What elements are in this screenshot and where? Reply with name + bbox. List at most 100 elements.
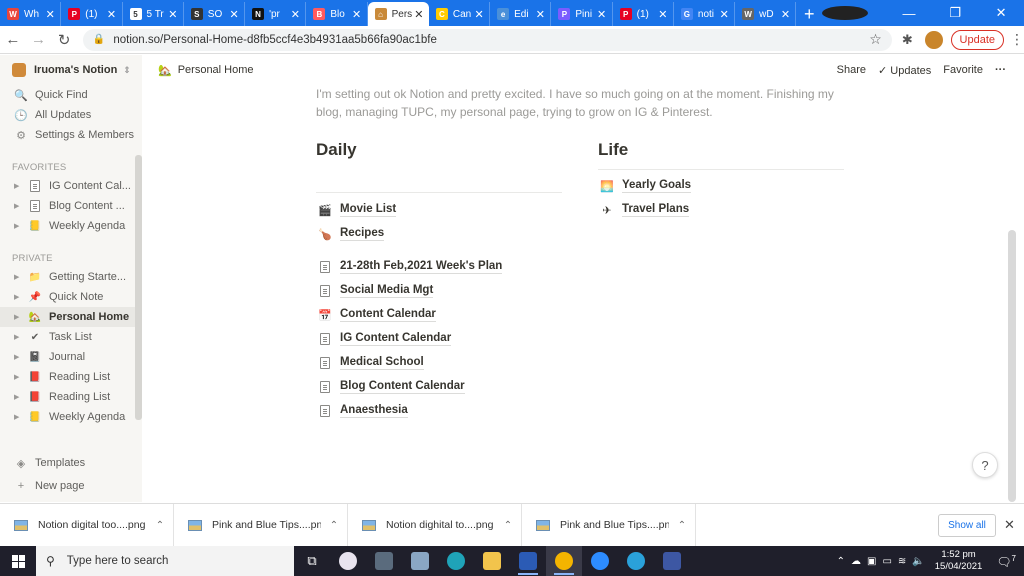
sidebar-page-item[interactable]: ▶ 📁 Getting Starte... — [0, 267, 142, 287]
new-tab-plus-icon[interactable]: + — [796, 2, 822, 26]
update-button[interactable]: Update — [950, 29, 1004, 50]
browser-tab[interactable]: 5 5 Tr ✕ — [123, 2, 184, 26]
breadcrumb[interactable]: Personal Home — [178, 64, 254, 76]
bookmark-star-icon[interactable]: ☆ — [869, 31, 882, 48]
share-button[interactable]: Share — [837, 64, 866, 76]
battery-icon[interactable]: ▭ — [882, 556, 891, 567]
templates-button[interactable]: ◈ Templates — [0, 453, 142, 473]
close-icon[interactable]: ✕ — [351, 8, 363, 21]
sidebar-page-item[interactable]: ▶ 📕 Reading List — [0, 387, 142, 407]
browser-tab[interactable]: ⌂ Pers ✕ — [367, 2, 429, 26]
page-link[interactable]: IG Content Calendar — [318, 332, 452, 346]
close-icon[interactable]: ✕ — [289, 8, 301, 21]
cloud-icon[interactable]: ☁ — [851, 556, 861, 567]
sidebar-page-item[interactable]: ▶ 📓 Journal — [0, 347, 142, 367]
close-icon[interactable]: ✕ — [167, 8, 179, 21]
triangle-right-icon[interactable]: ▶ — [14, 313, 24, 321]
notification-icon[interactable]: 🗨7 — [996, 554, 1016, 569]
sidebar-page-item[interactable]: ▶ Blog Content ... — [0, 196, 142, 216]
triangle-right-icon[interactable]: ▶ — [14, 273, 24, 281]
triangle-right-icon[interactable]: ▶ — [14, 373, 24, 381]
wifi-icon[interactable]: ≋ — [898, 556, 906, 567]
close-icon[interactable]: ✕ — [228, 8, 240, 21]
show-all-button[interactable]: Show all — [938, 514, 996, 537]
main-scrollbar[interactable] — [1008, 230, 1016, 502]
browser-tab[interactable]: B Blo ✕ — [306, 2, 368, 26]
download-item[interactable]: Notion digital too....png ⌃ — [0, 503, 174, 547]
file-explorer-icon[interactable] — [474, 546, 510, 576]
display-icon[interactable]: ▣ — [867, 556, 876, 567]
restore-icon[interactable]: ❐ — [932, 5, 978, 21]
workspace-switcher[interactable]: Iruoma's Notion ⇕ — [0, 55, 142, 85]
browser-tab[interactable]: N 'pr ✕ — [245, 2, 307, 26]
page-link[interactable]: 🍗 Recipes — [318, 227, 385, 241]
page-link[interactable]: 🌅 Yearly Goals — [600, 179, 692, 193]
close-icon[interactable]: ✕ — [413, 8, 425, 21]
page-link[interactable]: 📅 Content Calendar — [318, 308, 436, 322]
taskbar-search[interactable]: ⚲ Type here to search — [36, 546, 294, 576]
download-item[interactable]: Pink and Blue Tips....png ⌃ — [174, 503, 348, 547]
page-link[interactable]: Blog Content Calendar — [318, 380, 465, 394]
sidebar-item-all-updates[interactable]: 🕒 All Updates — [0, 105, 142, 125]
tab-search-icon[interactable] — [822, 6, 869, 20]
chrome-app-icon[interactable] — [546, 546, 582, 576]
sidebar-page-item[interactable]: ▶ 📒 Weekly Agenda — [0, 216, 142, 236]
browser-tab[interactable]: W Wh ✕ — [0, 2, 62, 26]
triangle-right-icon[interactable]: ▶ — [14, 353, 24, 361]
edge-app-icon[interactable] — [438, 546, 474, 576]
zoom-app-icon[interactable] — [582, 546, 618, 576]
close-icon[interactable]: ✕ — [1004, 517, 1015, 533]
sidebar-page-item[interactable]: ▶ 🏡 Personal Home — [0, 307, 142, 327]
page-link[interactable]: ✈ Travel Plans — [600, 203, 690, 217]
chevron-up-icon[interactable]: ⌃ — [321, 520, 347, 531]
sidebar-scrollbar[interactable] — [135, 155, 142, 420]
triangle-right-icon[interactable]: ▶ — [14, 413, 24, 421]
page-link[interactable]: Social Media Mgt — [318, 284, 434, 298]
download-item[interactable]: Pink and Blue Tips....png ⌃ — [522, 503, 696, 547]
sidebar-page-item[interactable]: ▶ 📒 Weekly Agenda — [0, 407, 142, 427]
favorite-button[interactable]: Favorite — [943, 64, 983, 76]
download-item[interactable]: Notion dighital to....png ⌃ — [348, 503, 522, 547]
browser-tab[interactable]: e Edi ✕ — [490, 2, 552, 26]
intro-paragraph[interactable]: I'm setting out ok Notion and pretty exc… — [316, 85, 846, 121]
triangle-right-icon[interactable]: ▶ — [14, 202, 24, 210]
calculator-app-icon[interactable] — [366, 546, 402, 576]
page-link[interactable]: Medical School — [318, 356, 424, 370]
triangle-right-icon[interactable]: ▶ — [14, 393, 24, 401]
browser-tab[interactable]: P (1) ✕ — [613, 2, 674, 26]
sidebar-page-item[interactable]: ▶ 📕 Reading List — [0, 367, 142, 387]
browser-tab[interactable]: S SO ✕ — [184, 2, 246, 26]
close-icon[interactable]: ✕ — [779, 8, 791, 21]
help-button[interactable]: ? — [972, 452, 998, 478]
volume-icon[interactable]: 🔈 — [912, 556, 924, 567]
menu-kebab-icon[interactable]: ⋮ — [1010, 31, 1024, 48]
extensions-puzzle-icon[interactable]: ✱ — [902, 32, 913, 48]
close-icon[interactable]: ✕ — [718, 8, 730, 21]
address-bar[interactable]: 🔒 notion.so/Personal-Home-d8fb5ccf4e3b49… — [82, 28, 892, 51]
forward-arrow-icon[interactable]: → — [26, 31, 52, 48]
sidebar-item-quick-find[interactable]: 🔍 Quick Find — [0, 85, 142, 105]
telegram-app-icon[interactable] — [618, 546, 654, 576]
triangle-right-icon[interactable]: ▶ — [14, 182, 24, 190]
close-icon[interactable]: ✕ — [106, 8, 118, 21]
page-link[interactable]: Anaesthesia — [318, 404, 408, 418]
chevron-up-icon[interactable]: ⌃ — [837, 556, 845, 567]
life-heading[interactable]: Life — [598, 140, 628, 160]
sidebar-page-item[interactable]: ▶ IG Content Cal... — [0, 176, 142, 196]
paint-app-icon[interactable] — [330, 546, 366, 576]
page-link[interactable]: 21-28th Feb,2021 Week's Plan — [318, 260, 503, 274]
daily-heading[interactable]: Daily — [316, 140, 357, 160]
close-icon[interactable]: ✕ — [473, 8, 485, 21]
task-view-icon[interactable]: ⧉ — [294, 546, 330, 576]
browser-tab[interactable]: P (1) ✕ — [61, 2, 123, 26]
new-page-button[interactable]: + New page — [0, 476, 142, 496]
browser-tab[interactable]: Gnoti ✕ — [674, 2, 736, 26]
profile-avatar[interactable] — [924, 30, 943, 49]
browser-tab[interactable]: P Pini ✕ — [551, 2, 613, 26]
updates-button[interactable]: ✓ Updates — [878, 64, 931, 77]
f-app-icon[interactable] — [654, 546, 690, 576]
close-window-icon[interactable]: ✕ — [978, 5, 1024, 21]
back-arrow-icon[interactable]: ← — [0, 31, 26, 48]
page-link[interactable]: 🎬 Movie List — [318, 203, 397, 217]
start-button[interactable] — [0, 546, 36, 576]
